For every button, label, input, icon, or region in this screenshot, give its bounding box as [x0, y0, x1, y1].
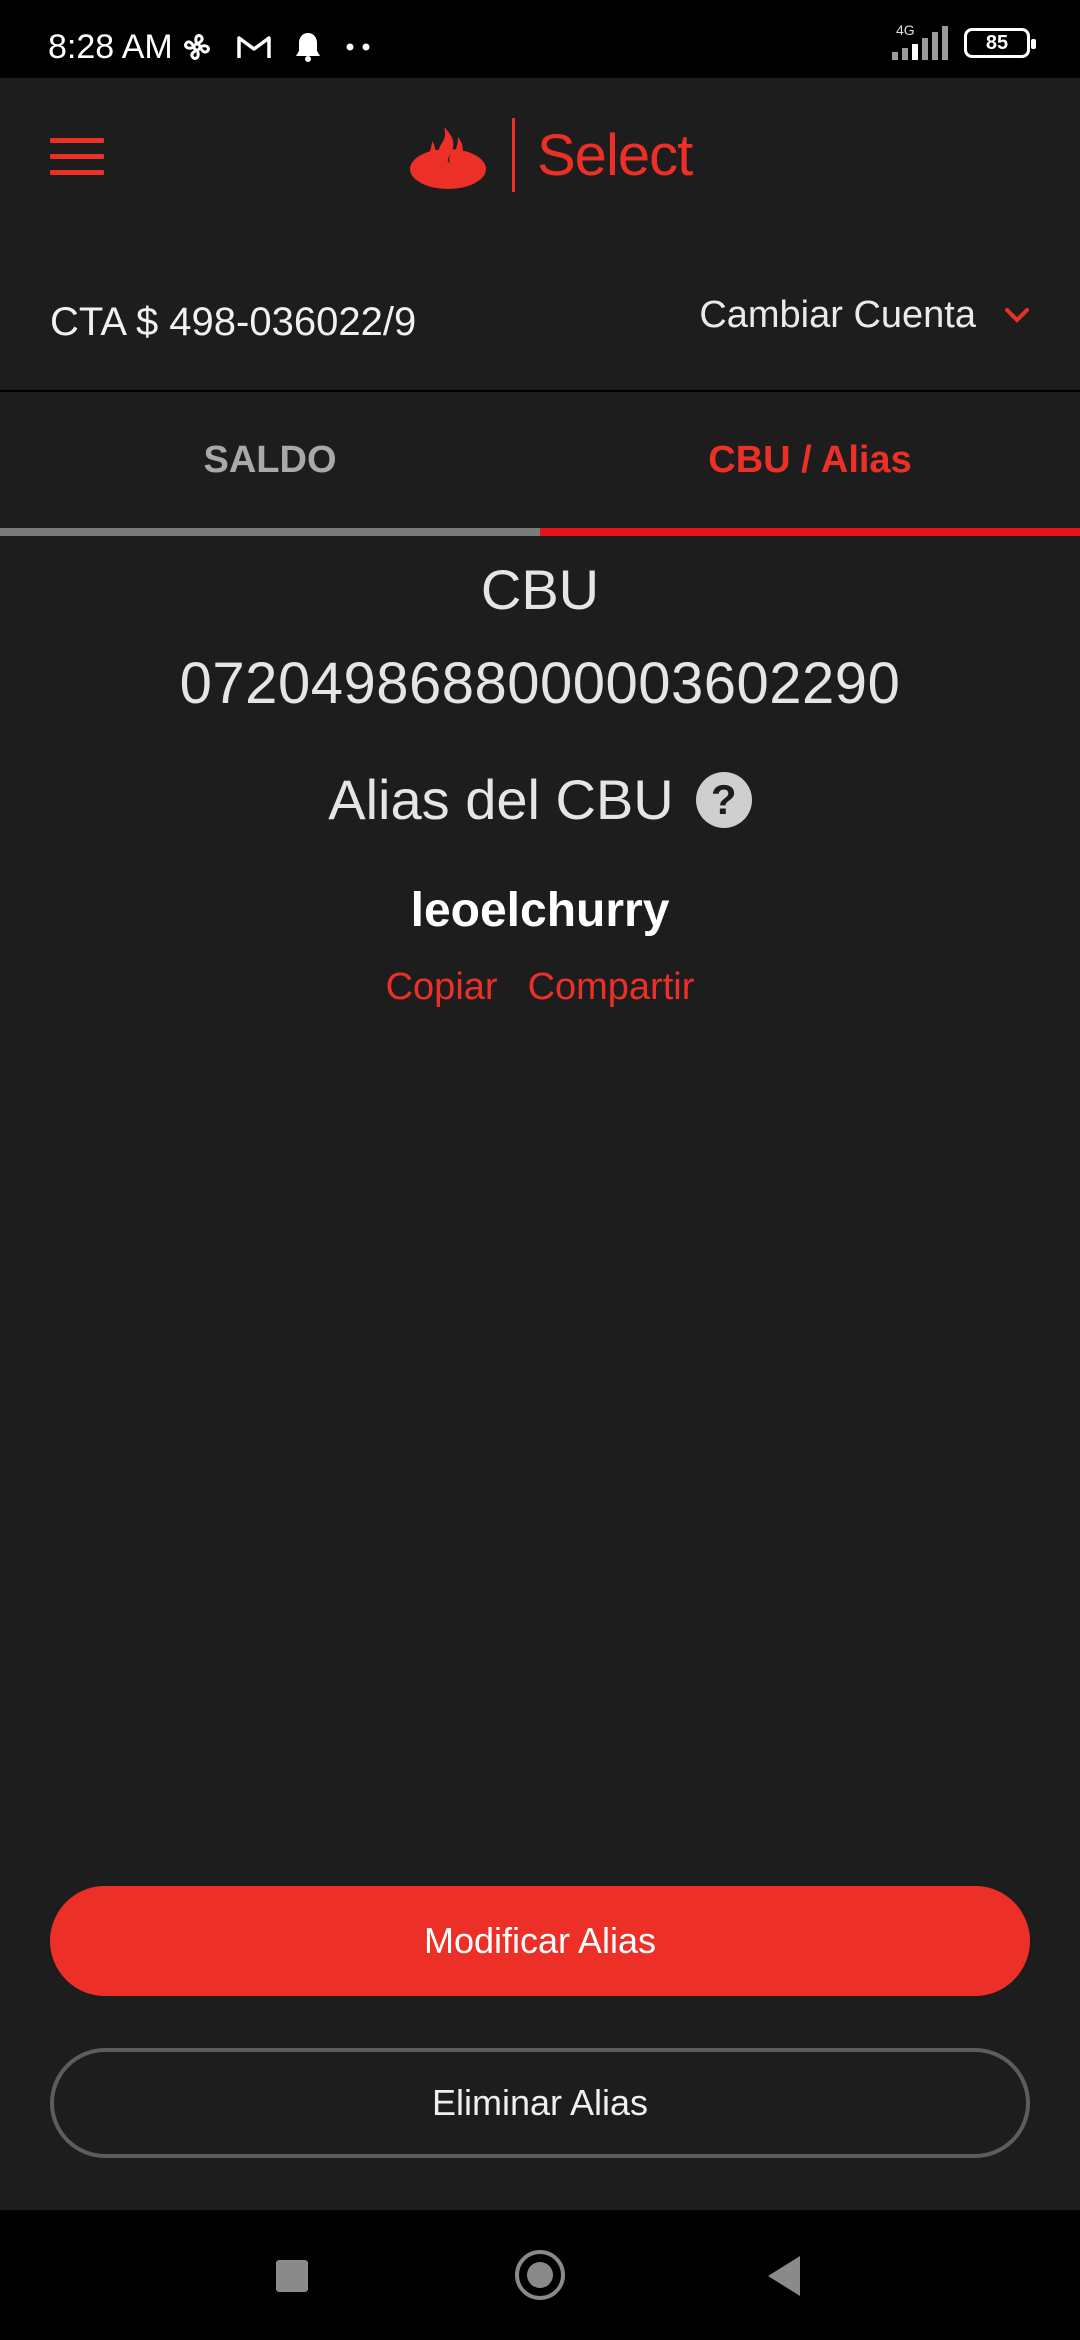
brand-label: Select [537, 122, 693, 188]
system-icons: 4G 85 [892, 22, 1036, 60]
chevron-down-icon [1005, 307, 1029, 323]
cbu-title: CBU [480, 558, 600, 621]
change-account-button[interactable]: Cambiar Cuenta [699, 294, 1030, 337]
tab-cbu-alias[interactable]: CBU / Alias [540, 392, 1080, 528]
status-bar: 8:28 AM 4G 85 [0, 0, 1080, 78]
battery-icon: 85 [964, 28, 1036, 58]
copy-link[interactable]: Copiar [386, 966, 498, 1009]
status-time: 8:28 AM [48, 28, 173, 66]
cbu-number: 0720498688000003602290 [179, 651, 901, 716]
home-icon[interactable] [515, 2250, 565, 2300]
account-number: CTA $ 498-036022/9 [50, 300, 417, 344]
bell-icon [296, 33, 320, 62]
notification-icons [180, 30, 372, 64]
cbu-section: CBU 0720498688000003602290 Alias del CBU… [0, 550, 1080, 1009]
gmail-icon [237, 36, 271, 58]
flame-icon [410, 123, 486, 189]
recent-apps-icon[interactable] [276, 2260, 308, 2292]
tab-saldo[interactable]: SALDO [0, 392, 540, 528]
signal-icon: 4G [892, 22, 948, 60]
hamburger-menu-icon[interactable] [50, 138, 104, 178]
tab-bar: SALDO CBU / Alias [0, 392, 1080, 536]
tab-indicator-active [540, 528, 1080, 536]
delete-alias-button[interactable]: Eliminar Alias [50, 2048, 1030, 2158]
app-header: Select [0, 78, 1080, 238]
alias-actions: Copiar Compartir [0, 966, 1080, 1009]
system-navigation-bar [0, 2210, 1080, 2340]
share-link[interactable]: Compartir [528, 966, 695, 1009]
alias-title: Alias del CBU [328, 768, 674, 831]
alias-value: leoelchurry [410, 884, 670, 937]
battery-level: 85 [985, 31, 1009, 54]
tab-indicator-inactive [0, 528, 540, 536]
back-icon[interactable] [768, 2256, 800, 2296]
santander-select-logo: Select [408, 118, 693, 192]
more-notifications-icon [346, 43, 370, 51]
fan-icon [184, 34, 210, 60]
modify-alias-button[interactable]: Modificar Alias [50, 1886, 1030, 1996]
network-type: 4G [896, 22, 915, 38]
account-bar: CTA $ 498-036022/9 Cambiar Cuenta [0, 238, 1080, 392]
alias-title-row: Alias del CBU ? [0, 760, 1080, 840]
help-icon[interactable]: ? [695, 772, 752, 828]
change-account-label: Cambiar Cuenta [699, 294, 976, 336]
